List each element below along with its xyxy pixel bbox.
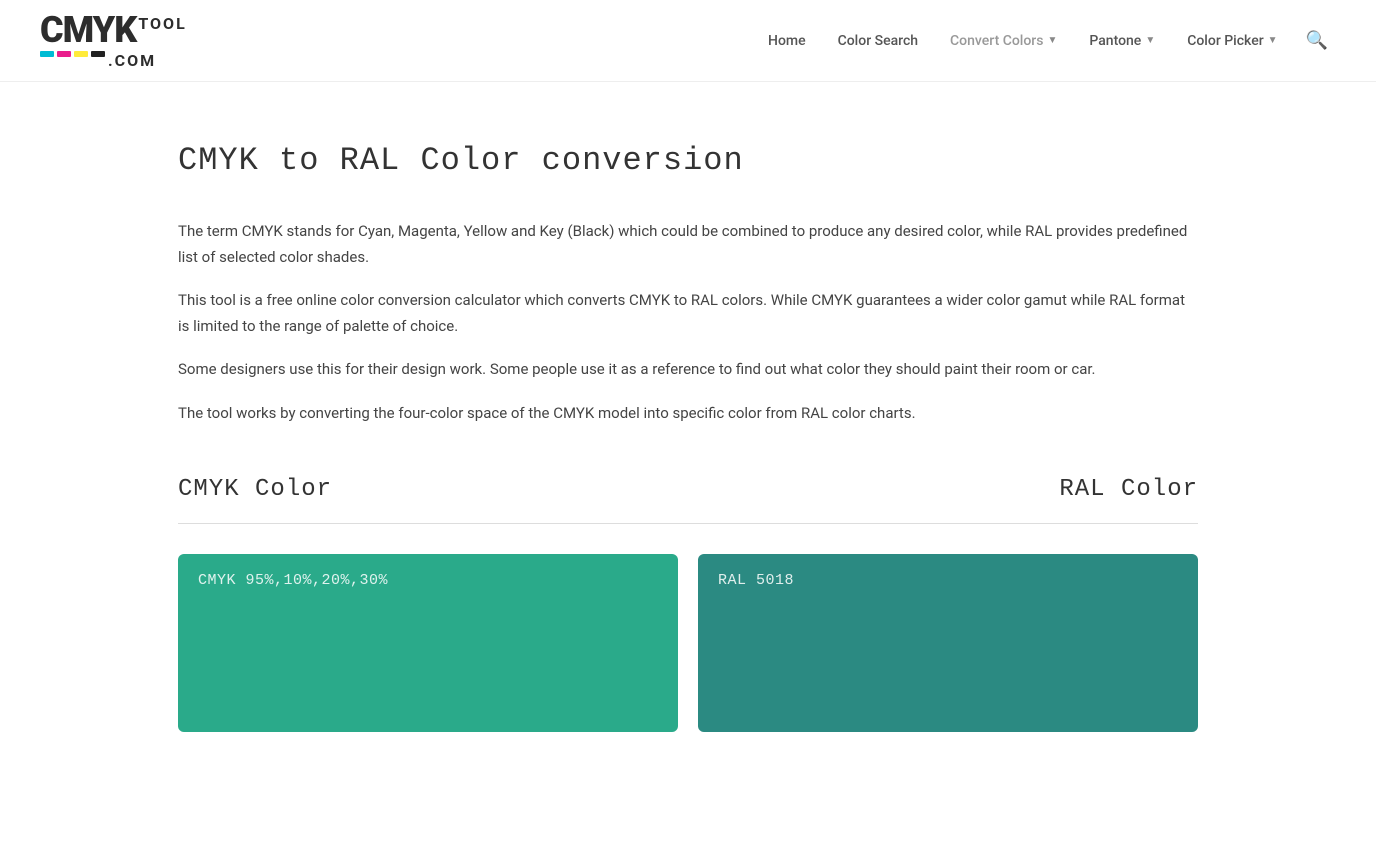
color-labels: CMYK Color RAL Color (178, 476, 1198, 503)
logo[interactable]: CMYK TOOL .COM (40, 12, 187, 70)
main-content: CMYK to RAL Color conversion The term CM… (138, 82, 1238, 772)
color-picker-chevron: ▼ (1268, 35, 1278, 46)
logo-cmyk: CMYK (40, 12, 136, 48)
nav-color-search[interactable]: Color Search (826, 25, 930, 57)
description-4: The tool works by converting the four-co… (178, 401, 1198, 427)
dot-cyan (40, 51, 54, 57)
site-header: CMYK TOOL .COM Home Color Search Convert… (0, 0, 1376, 82)
section-divider (178, 523, 1198, 524)
page-title: CMYK to RAL Color conversion (178, 142, 1198, 179)
color-sections: CMYK Color RAL Color CMYK 95%,10%,20%,30… (178, 476, 1198, 732)
main-nav: Home Color Search Convert Colors ▼ Panto… (756, 22, 1336, 59)
dot-black (91, 51, 105, 57)
ral-swatch-label: RAL 5018 (718, 572, 794, 589)
description-1: The term CMYK stands for Cyan, Magenta, … (178, 219, 1198, 270)
logo-tool: TOOL (138, 12, 186, 32)
color-swatches: CMYK 95%,10%,20%,30% RAL 5018 (178, 554, 1198, 732)
ral-swatch: RAL 5018 (698, 554, 1198, 732)
cmyk-swatch-label: CMYK 95%,10%,20%,30% (198, 572, 388, 589)
convert-colors-chevron: ▼ (1047, 35, 1057, 46)
dot-yellow (74, 51, 88, 57)
nav-pantone[interactable]: Pantone ▼ (1077, 25, 1167, 57)
ral-color-label: RAL Color (1059, 476, 1198, 503)
description-2: This tool is a free online color convers… (178, 288, 1198, 339)
nav-convert-colors[interactable]: Convert Colors ▼ (938, 25, 1069, 57)
description-3: Some designers use this for their design… (178, 357, 1198, 383)
nav-home[interactable]: Home (756, 25, 818, 57)
cmyk-swatch: CMYK 95%,10%,20%,30% (178, 554, 678, 732)
dot-magenta (57, 51, 71, 57)
pantone-chevron: ▼ (1145, 35, 1155, 46)
logo-com: .COM (108, 51, 156, 70)
search-button[interactable]: 🔍 (1298, 22, 1336, 59)
logo-dots: .COM (40, 51, 187, 70)
cmyk-color-label: CMYK Color (178, 476, 332, 503)
nav-color-picker[interactable]: Color Picker ▼ (1175, 25, 1289, 57)
